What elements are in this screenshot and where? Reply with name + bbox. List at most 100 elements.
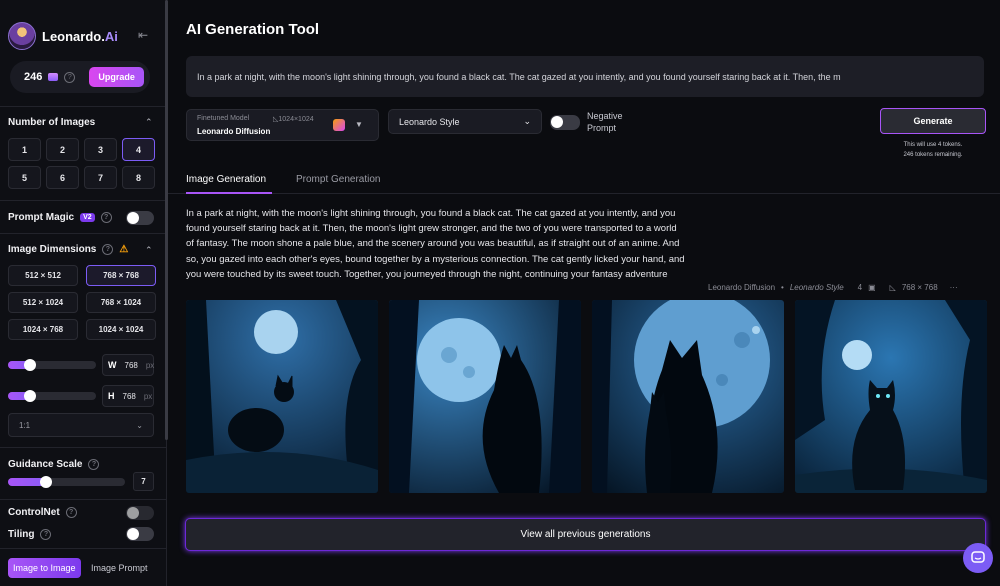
- more-options-icon[interactable]: ···: [950, 283, 958, 292]
- model-name: Leonardo Diffusion: [197, 127, 271, 136]
- dimension-option[interactable]: 768 × 1024: [86, 292, 156, 313]
- model-settings-icon[interactable]: [333, 119, 345, 131]
- aspect-ratio-select[interactable]: 1:1 ⌄: [8, 413, 154, 437]
- view-all-generations-button[interactable]: View all previous generations: [185, 518, 986, 551]
- image-dimensions-header[interactable]: Image Dimensions ? ⚠: [8, 244, 128, 255]
- prompt-magic-header: Prompt Magic V2 ?: [8, 212, 112, 223]
- divider: [0, 548, 166, 549]
- chevron-up-icon[interactable]: ⌃: [145, 117, 153, 128]
- help-icon[interactable]: ?: [102, 244, 114, 255]
- dimension-option[interactable]: 512 × 512: [8, 265, 78, 286]
- guidance-scale-slider[interactable]: [8, 476, 125, 488]
- tokens-remaining-text: 246 tokens remaining.: [903, 152, 963, 158]
- dimension-option-selected[interactable]: 768 × 768: [86, 265, 156, 286]
- guidance-scale-header: Guidance Scale ?: [8, 459, 100, 470]
- number-of-images-label: Number of Images: [8, 117, 96, 128]
- model-resolution: 1024×1024: [278, 116, 314, 123]
- guidance-slider-handle[interactable]: [40, 476, 52, 488]
- negative-prompt-label: Negative Prompt: [587, 111, 623, 133]
- width-unit: px: [145, 360, 155, 370]
- dimension-option[interactable]: 1024 × 768: [8, 319, 78, 340]
- height-value: 768: [122, 391, 136, 401]
- width-field[interactable]: W 768 px: [102, 354, 154, 376]
- meta-style: Leonardo Style: [789, 283, 844, 292]
- num-images-option[interactable]: 5: [8, 166, 41, 189]
- dot-separator: •: [781, 283, 784, 292]
- height-slider[interactable]: [8, 390, 96, 402]
- chat-support-button[interactable]: [963, 543, 993, 573]
- chevron-up-icon[interactable]: ⌃: [145, 245, 153, 256]
- num-images-option[interactable]: 6: [46, 166, 79, 189]
- tab-image-generation[interactable]: Image Generation: [186, 174, 266, 185]
- token-icon: [48, 73, 59, 81]
- width-slider-handle[interactable]: [24, 359, 36, 371]
- sidebar: Leonardo.Ai ⇤ 246 ? Upgrade Number of Im…: [0, 0, 167, 586]
- num-images-option[interactable]: 7: [84, 166, 117, 189]
- negative-prompt-toggle[interactable]: [550, 115, 580, 130]
- aspect-ratio-value: 1:1: [19, 420, 31, 430]
- height-field[interactable]: H 768 px: [102, 385, 154, 407]
- image-icon: ▣: [868, 283, 876, 292]
- page-title: AI Generation Tool: [186, 21, 320, 38]
- tiling-label: Tiling: [8, 529, 35, 540]
- tiling-toggle[interactable]: [126, 527, 154, 541]
- tab-divider: [168, 193, 1000, 194]
- num-images-option[interactable]: 3: [84, 138, 117, 161]
- width-value: 768: [124, 360, 138, 370]
- tab-prompt-generation[interactable]: Prompt Generation: [296, 174, 381, 185]
- dimension-option[interactable]: 1024 × 1024: [86, 319, 156, 340]
- number-of-images-options: 1 2 3 4 5 6 7 8: [8, 138, 155, 189]
- divider: [0, 499, 166, 500]
- prompt-input[interactable]: In a park at night, with the moon's ligh…: [186, 56, 984, 97]
- meta-model: Leonardo Diffusion: [708, 283, 776, 292]
- warning-icon: ⚠: [119, 244, 129, 255]
- prompt-magic-toggle[interactable]: [126, 211, 154, 225]
- help-icon[interactable]: ?: [65, 507, 77, 518]
- style-select[interactable]: Leonardo Style ⌄: [388, 109, 542, 134]
- brand-name-suffix: Ai: [104, 28, 118, 44]
- height-unit: px: [143, 391, 153, 401]
- collapse-sidebar-icon[interactable]: ⇤: [138, 28, 148, 42]
- help-icon[interactable]: ?: [64, 71, 76, 83]
- generated-images: [186, 300, 987, 493]
- divider: [0, 447, 166, 448]
- logo: [8, 22, 36, 50]
- generated-image[interactable]: [795, 300, 987, 493]
- model-select-label: Finetuned Model: [197, 115, 250, 122]
- generated-image[interactable]: [389, 300, 581, 493]
- token-count: 246: [24, 71, 43, 83]
- controlnet-label: ControlNet: [8, 507, 60, 518]
- guidance-scale-value[interactable]: 7: [133, 472, 154, 491]
- num-images-option-selected[interactable]: 4: [122, 138, 155, 161]
- num-images-option[interactable]: 1: [8, 138, 41, 161]
- num-images-option[interactable]: 8: [122, 166, 155, 189]
- tab-image-prompt[interactable]: Image Prompt: [91, 563, 148, 573]
- generate-button[interactable]: Generate: [880, 108, 986, 134]
- generated-image[interactable]: [592, 300, 784, 493]
- resolution-icon: ◺: [889, 283, 896, 292]
- style-value: Leonardo Style: [399, 116, 460, 127]
- height-slider-handle[interactable]: [24, 390, 36, 402]
- brand[interactable]: Leonardo.Ai: [8, 22, 118, 50]
- dimension-option[interactable]: 512 × 1024: [8, 292, 78, 313]
- tab-image-to-image[interactable]: Image to Image: [8, 558, 81, 578]
- number-of-images-header[interactable]: Number of Images: [8, 117, 95, 128]
- num-images-option[interactable]: 2: [46, 138, 79, 161]
- chevron-down-icon: ⌄: [136, 420, 143, 430]
- dimension-options: 512 × 512 768 × 768 512 × 1024 768 × 102…: [8, 265, 156, 340]
- help-icon[interactable]: ?: [40, 529, 52, 540]
- controlnet-toggle[interactable]: [126, 506, 154, 520]
- width-slider[interactable]: [8, 359, 96, 371]
- active-tab-indicator: [186, 192, 272, 194]
- model-select[interactable]: Finetuned Model ◺1024×1024 Leonardo Diff…: [186, 109, 379, 141]
- generated-image[interactable]: [186, 300, 378, 493]
- chat-icon: [971, 551, 985, 563]
- width-label: W: [108, 360, 117, 370]
- upgrade-button[interactable]: Upgrade: [89, 67, 144, 87]
- help-icon[interactable]: ?: [88, 459, 100, 470]
- chevron-down-icon: ⌄: [523, 116, 531, 126]
- token-usage-text: This will use 4 tokens.: [903, 142, 963, 148]
- help-icon[interactable]: ?: [100, 212, 112, 223]
- prompt-magic-label: Prompt Magic: [8, 212, 75, 223]
- main-panel: AI Generation Tool In a park at night, w…: [168, 0, 1000, 586]
